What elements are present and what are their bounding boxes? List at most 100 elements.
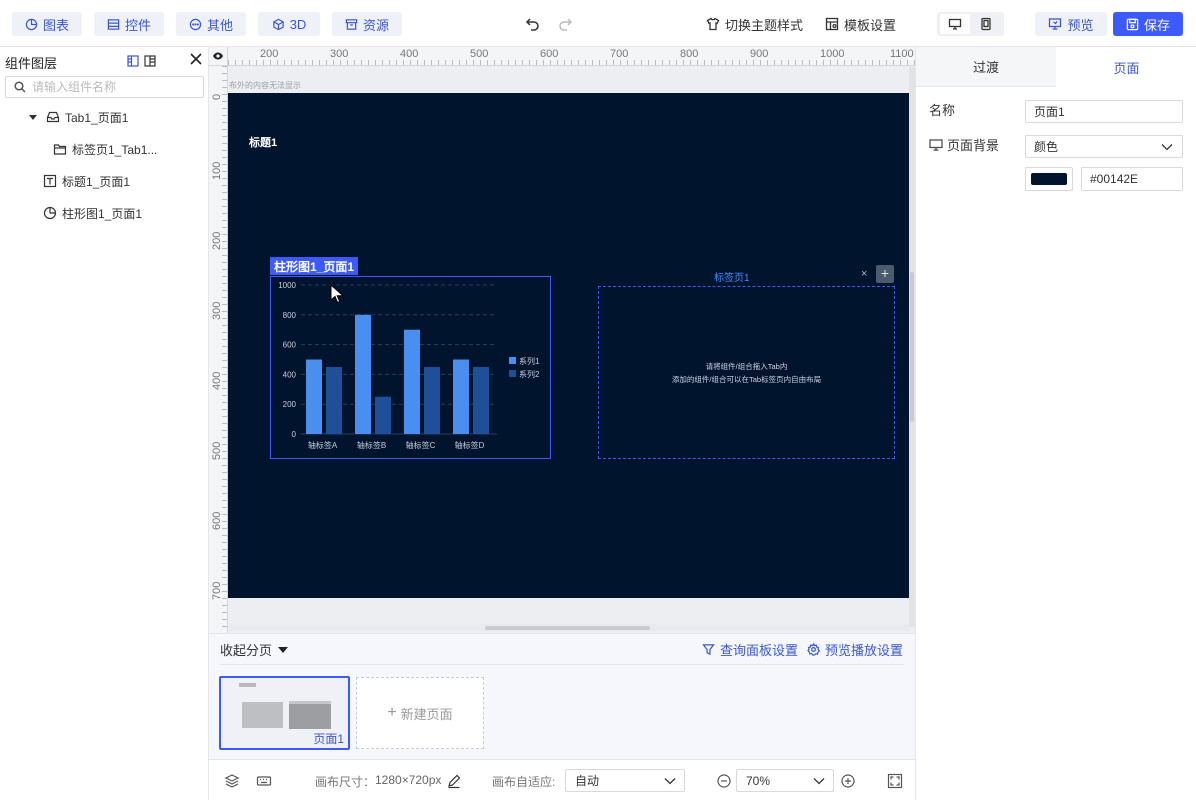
ruler-horizontal[interactable]: 200 300 400 500 600 700 800 900 1000 110… (228, 47, 915, 66)
scroll-thumb[interactable] (485, 626, 650, 630)
close-layers-button[interactable] (189, 52, 203, 66)
legend-label[interactable]: 系列2 (519, 369, 540, 379)
layer-item-bar-chart1[interactable]: 柱形图1_页面1 (43, 203, 142, 223)
chart-menu-button[interactable]: 图表 (12, 12, 82, 36)
zoom-in-icon (841, 774, 855, 788)
ruler-label: 400 (400, 48, 419, 60)
title-component[interactable]: 标题1 (249, 134, 277, 150)
ruler-label: 600 (540, 48, 559, 60)
selected-component-tag: 柱形图1_页面1 (270, 257, 359, 275)
chevron-down-icon (1161, 144, 1173, 151)
color-hex-input[interactable]: #00142E (1081, 167, 1183, 191)
chevron-down-icon (664, 778, 676, 785)
tab-page-title[interactable]: 标签页1 (714, 269, 750, 284)
layer-item-title1[interactable]: 标题1_页面1 (43, 171, 130, 191)
redo-button[interactable] (557, 15, 575, 33)
bar-系列2-轴标签A (326, 366, 342, 434)
page-thumbnail[interactable]: 页面1 (219, 676, 350, 750)
top-toolbar: 图表 控件 其他 3D 资源 切换主题样式 模板设置 预览 保存 (0, 0, 1196, 47)
keyboard-icon (256, 776, 272, 786)
tablet-icon (981, 17, 991, 31)
redo-icon (559, 18, 573, 31)
scroll-thumb[interactable] (910, 272, 914, 422)
layer-search-input[interactable] (32, 80, 192, 94)
expand-caret-icon[interactable] (29, 114, 37, 120)
edit-canvas-size-button[interactable] (446, 773, 462, 789)
tab-page[interactable]: 页面 (1056, 47, 1196, 87)
legend-label[interactable]: 系列1 (519, 356, 540, 366)
mouse-cursor-icon (330, 284, 344, 304)
tab-transition[interactable]: 过渡 (916, 47, 1056, 87)
more-circle-icon (189, 18, 202, 30)
gear-icon (807, 643, 820, 656)
ruler-label: 700 (610, 48, 629, 60)
layers-view-toggle (127, 55, 156, 67)
undo-icon (525, 18, 539, 31)
search-icon (14, 81, 26, 93)
layers-title: 组件图层 (5, 56, 58, 71)
text-box-icon (43, 174, 57, 188)
query-panel-settings-button[interactable]: 查询面板设置 (702, 640, 798, 659)
control-icon (107, 18, 120, 30)
canvas-size-value: 1280×720px (375, 773, 442, 787)
tab-drop-zone[interactable]: 请将组件/组合拖入Tab内 添加的组件/组合可以在Tab标签页内自由布局 (598, 286, 895, 459)
page-name-input[interactable]: 页面1 (1025, 100, 1183, 123)
layout-right-icon[interactable] (144, 55, 156, 67)
resource-menu-button[interactable]: 资源 (332, 12, 402, 36)
zoom-select[interactable]: 70% (736, 769, 834, 792)
layer-item-tab1[interactable]: Tab1_页面1 (29, 107, 128, 127)
undo-button[interactable] (525, 15, 543, 33)
ruler-label: 0 (211, 93, 223, 100)
color-picker-button[interactable] (1025, 167, 1073, 191)
tab-close-button[interactable]: × (861, 268, 867, 280)
close-icon (190, 53, 202, 65)
y-tick-label: 800 (283, 311, 297, 320)
divider (220, 664, 904, 665)
zoom-in-button[interactable] (840, 773, 856, 789)
collapse-pages-button[interactable]: 收起分页 (220, 640, 289, 659)
background-type-select[interactable]: 颜色 (1025, 135, 1183, 158)
other-menu-button[interactable]: 其他 (176, 12, 246, 36)
fullscreen-icon (887, 773, 903, 789)
preview-play-settings-button[interactable]: 预览播放设置 (807, 640, 903, 659)
bar-系列2-轴标签C (424, 366, 440, 434)
canvas-size-label: 画布尺寸： (315, 775, 376, 789)
canvas-adapt-select[interactable]: 自动 (565, 769, 685, 792)
layers-panel: 组件图层 Tab1_页面1 标签页1_Tab1... 标题1_页面1 柱形图1_… (0, 47, 209, 800)
template-icon (825, 17, 839, 31)
mobile-view-button[interactable] (971, 14, 1001, 34)
page-thumbnail-label: 页面1 (313, 732, 344, 746)
x-tick-label: 轴标签C (406, 440, 436, 450)
save-button[interactable]: 保存 (1113, 12, 1183, 36)
new-page-button[interactable]: + 新建页面 (356, 677, 484, 749)
y-tick-label: 1000 (278, 281, 296, 290)
bar-chart-component[interactable]: 0 200 400 600 800 1000 轴标签A 轴标签B 轴标签C 轴标签D 系列1 系列2 (270, 276, 551, 459)
keyboard-shortcuts-button[interactable] (256, 773, 272, 789)
fit-screen-button[interactable] (887, 773, 903, 789)
layers-toggle-button[interactable] (224, 773, 240, 789)
ruler-vertical[interactable]: 0 100 200 300 400 500 600 700 (209, 66, 228, 633)
template-settings-button[interactable]: 模板设置 (825, 14, 896, 34)
eye-icon[interactable] (212, 50, 224, 62)
preview-button[interactable]: 预览 (1035, 12, 1107, 36)
folder-icon (53, 144, 67, 155)
control-menu-button[interactable]: 控件 (94, 12, 164, 36)
pie-chart-icon (43, 206, 57, 220)
ruler-label: 200 (260, 48, 279, 60)
three-d-menu-button[interactable]: 3D (258, 12, 320, 36)
y-tick-label: 200 (283, 400, 297, 409)
zoom-out-button[interactable] (716, 773, 732, 789)
x-tick-label: 轴标签D (455, 440, 485, 450)
horizontal-scrollbar[interactable] (229, 624, 909, 631)
ruler-label: 1100 (890, 48, 914, 60)
layer-item-tab-page1[interactable]: 标签页1_Tab1... (53, 139, 157, 159)
layout-left-icon[interactable] (127, 55, 139, 67)
plus-icon: + (387, 704, 397, 721)
outside-canvas-hint: 布外的内容无法显示 (229, 81, 301, 90)
tab-add-button[interactable]: + (876, 265, 894, 283)
ruler-label: 200 (211, 231, 223, 250)
switch-theme-button[interactable]: 切换主题样式 (706, 14, 803, 34)
bar-系列1-轴标签A (306, 359, 322, 434)
desktop-view-button[interactable] (940, 14, 970, 34)
bar-系列1-轴标签D (453, 359, 469, 434)
